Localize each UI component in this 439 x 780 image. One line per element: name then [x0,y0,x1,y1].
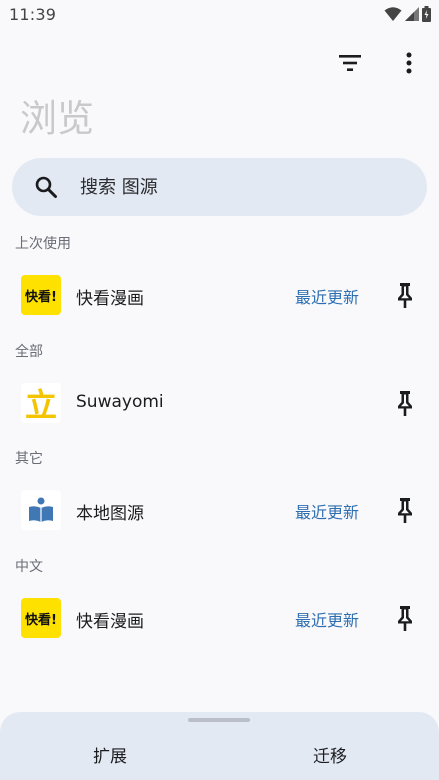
tab-extensions[interactable]: 扩展 [93,742,127,767]
latest-button[interactable]: 最近更新 [295,284,359,308]
status-time: 11:39 [9,5,57,24]
bottom-sheet[interactable]: 扩展 迁移 [0,712,439,780]
kuaikan-logo: 快看! [21,275,61,315]
source-row-kuaikan[interactable]: 快看! 快看漫画 最近更新 [0,586,439,648]
pin-icon[interactable] [393,496,417,524]
latest-button[interactable]: 最近更新 [295,499,359,523]
local-source-logo [21,490,61,530]
status-bar: 11:39 [0,0,439,30]
source-row-suwayomi[interactable]: 立 Suwayomi [0,371,439,433]
pin-icon[interactable] [393,389,417,417]
source-row-local[interactable]: 本地图源 最近更新 [0,478,439,540]
section-header-chinese: 中文 [15,559,43,575]
search-icon [35,176,57,198]
svg-text:快看!: 快看! [25,289,57,305]
battery-icon [422,6,431,22]
section-header-last-used: 上次使用 [15,236,71,252]
tab-migrate[interactable]: 迁移 [313,742,347,767]
filter-list-icon [339,55,361,71]
filter-button[interactable] [333,46,367,80]
more-options-button[interactable] [392,46,426,80]
signal-icon [405,7,419,21]
source-name: Suwayomi [76,392,164,412]
pin-icon[interactable] [393,281,417,309]
source-name: 本地图源 [76,504,144,524]
section-header-all: 全部 [15,344,43,360]
search-input[interactable] [80,171,380,203]
wifi-icon [384,7,402,21]
source-row-kuaikan[interactable]: 快看! 快看漫画 最近更新 [0,263,439,325]
search-bar[interactable] [12,158,427,216]
page-title: 浏览 [20,97,94,140]
svg-text:立: 立 [25,386,57,423]
kuaikan-logo: 快看! [21,598,61,638]
source-name: 快看漫画 [76,612,144,632]
latest-button[interactable]: 最近更新 [295,607,359,631]
pin-icon[interactable] [393,604,417,632]
section-header-other: 其它 [15,451,43,467]
more-vert-icon [406,52,412,74]
status-icons [384,6,431,22]
drag-handle[interactable] [188,718,250,722]
suwayomi-logo: 立 [21,383,61,423]
source-name: 快看漫画 [76,289,144,309]
svg-text:快看!: 快看! [25,612,57,628]
